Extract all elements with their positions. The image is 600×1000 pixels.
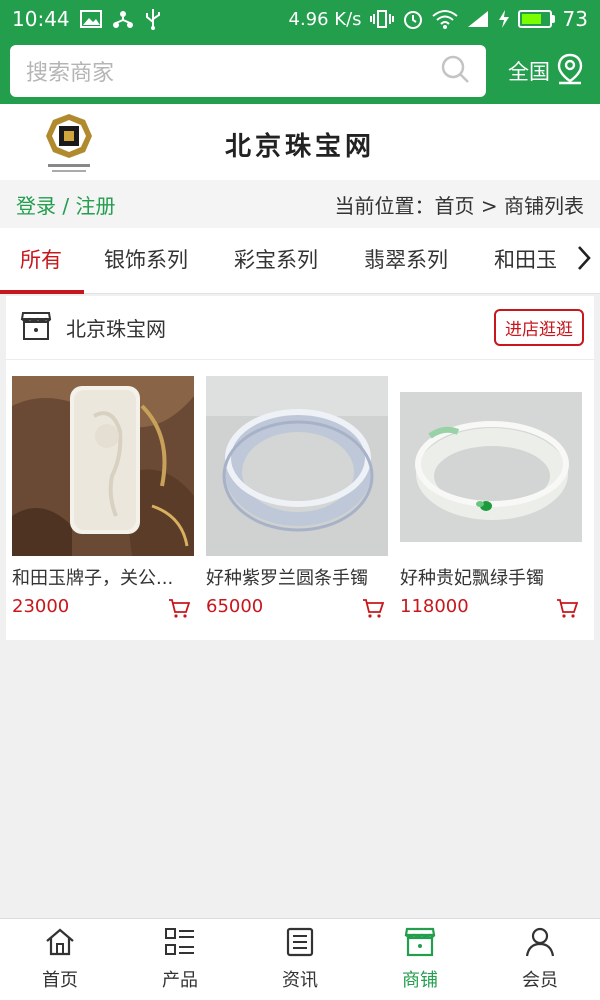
bottom-nav: 首页 产品 资讯 商铺 会员 [0, 918, 600, 1000]
product-name[interactable]: 好种贵妃飘绿手镯 [400, 564, 580, 590]
tab-silver[interactable]: 银饰系列 [104, 228, 188, 292]
nav-label: 会员 [522, 970, 558, 991]
tab-scroll-right[interactable] [568, 228, 600, 292]
nav-shops[interactable]: 商铺 [360, 919, 480, 1000]
battery-icon [517, 10, 555, 28]
product-card[interactable]: 和田玉牌子，关公... 23000 [12, 376, 194, 620]
vibrate-icon [369, 9, 394, 29]
logo-band: 北京珠宝网 [0, 104, 600, 180]
battery-level: 73 [562, 7, 588, 31]
nav-news[interactable]: 资讯 [240, 919, 360, 1000]
product-image-lavender-bangle[interactable] [206, 376, 388, 556]
alarm-icon [402, 8, 424, 30]
user-icon [525, 927, 555, 962]
wifi-icon [431, 9, 458, 29]
shop-header: 北京珠宝网 进店逛逛 [6, 296, 594, 360]
search-input[interactable]: 搜索商家 [10, 45, 486, 97]
nav-member[interactable]: 会员 [480, 919, 600, 1000]
region-label: 全国 [508, 60, 550, 84]
active-tab-indicator [0, 290, 84, 294]
product-price: 23000 [12, 596, 70, 617]
charging-icon [498, 9, 510, 29]
product-price: 118000 [400, 596, 469, 617]
visit-store-button[interactable]: 进店逛逛 [494, 309, 584, 346]
product-name[interactable]: 好种紫罗兰圆条手镯 [206, 564, 386, 590]
search-header: 搜索商家 全国 [0, 38, 600, 104]
nav-home[interactable]: 首页 [0, 919, 120, 1000]
tab-jadeite[interactable]: 翡翠系列 [364, 228, 448, 292]
shop-name[interactable]: 北京珠宝网 [66, 313, 166, 342]
network-speed: 4.96 K/s [288, 8, 362, 30]
site-title: 北京珠宝网 [224, 132, 375, 162]
image-icon [79, 10, 102, 28]
product-price: 65000 [206, 596, 264, 617]
store-icon [20, 311, 52, 345]
clock: 10:44 [12, 7, 70, 31]
chevron-right-icon [576, 244, 592, 276]
tab-gem[interactable]: 彩宝系列 [234, 228, 318, 292]
tab-all[interactable]: 所有 [20, 228, 62, 292]
list-icon [164, 927, 196, 962]
location-pin-icon [556, 53, 584, 90]
usb-icon [144, 8, 162, 30]
shop-icon [404, 927, 436, 962]
cart-icon[interactable] [362, 598, 385, 622]
status-bar: 10:44 4.96 K/s 73 [0, 0, 600, 38]
product-card[interactable]: 好种贵妃飘绿手镯 118000 [400, 376, 582, 620]
nav-label: 商铺 [402, 970, 438, 991]
product-image-green-bangle[interactable] [400, 376, 582, 556]
product-image-jade-pendant[interactable] [12, 376, 194, 556]
crumb-bar: 登录 / 注册 当前位置：首页 > 商铺列表 [0, 180, 600, 228]
home-icon [44, 927, 76, 962]
nav-label: 产品 [162, 970, 198, 991]
login-register-link[interactable]: 登录 / 注册 [16, 190, 115, 219]
product-card[interactable]: 好种紫罗兰圆条手镯 65000 [206, 376, 388, 620]
tab-hetian-jade[interactable]: 和田玉 [494, 228, 557, 292]
category-tabs: 所有 银饰系列 彩宝系列 翡翠系列 和田玉 [0, 228, 600, 294]
search-placeholder: 搜索商家 [26, 61, 115, 86]
breadcrumb: 当前位置：首页 > 商铺列表 [334, 193, 584, 218]
search-icon[interactable] [440, 54, 470, 88]
region-selector[interactable]: 全国 [508, 53, 590, 90]
news-icon [285, 927, 315, 962]
cart-icon[interactable] [556, 598, 579, 622]
nav-products[interactable]: 产品 [120, 919, 240, 1000]
usb-tether-icon [112, 9, 134, 29]
product-list: 和田玉牌子，关公... 23000 好种紫罗兰圆条手镯 65000 好种贵妃飘绿… [6, 360, 594, 640]
nav-label: 资讯 [282, 970, 318, 991]
product-name[interactable]: 和田玉牌子，关公... [12, 564, 192, 590]
signal-4g-icon [466, 9, 490, 29]
shop-card: 北京珠宝网 进店逛逛 和田玉牌子，关公... 23000 好种紫罗兰圆条手镯 6… [6, 296, 594, 640]
cart-icon[interactable] [168, 598, 191, 622]
nav-label: 首页 [42, 970, 78, 991]
